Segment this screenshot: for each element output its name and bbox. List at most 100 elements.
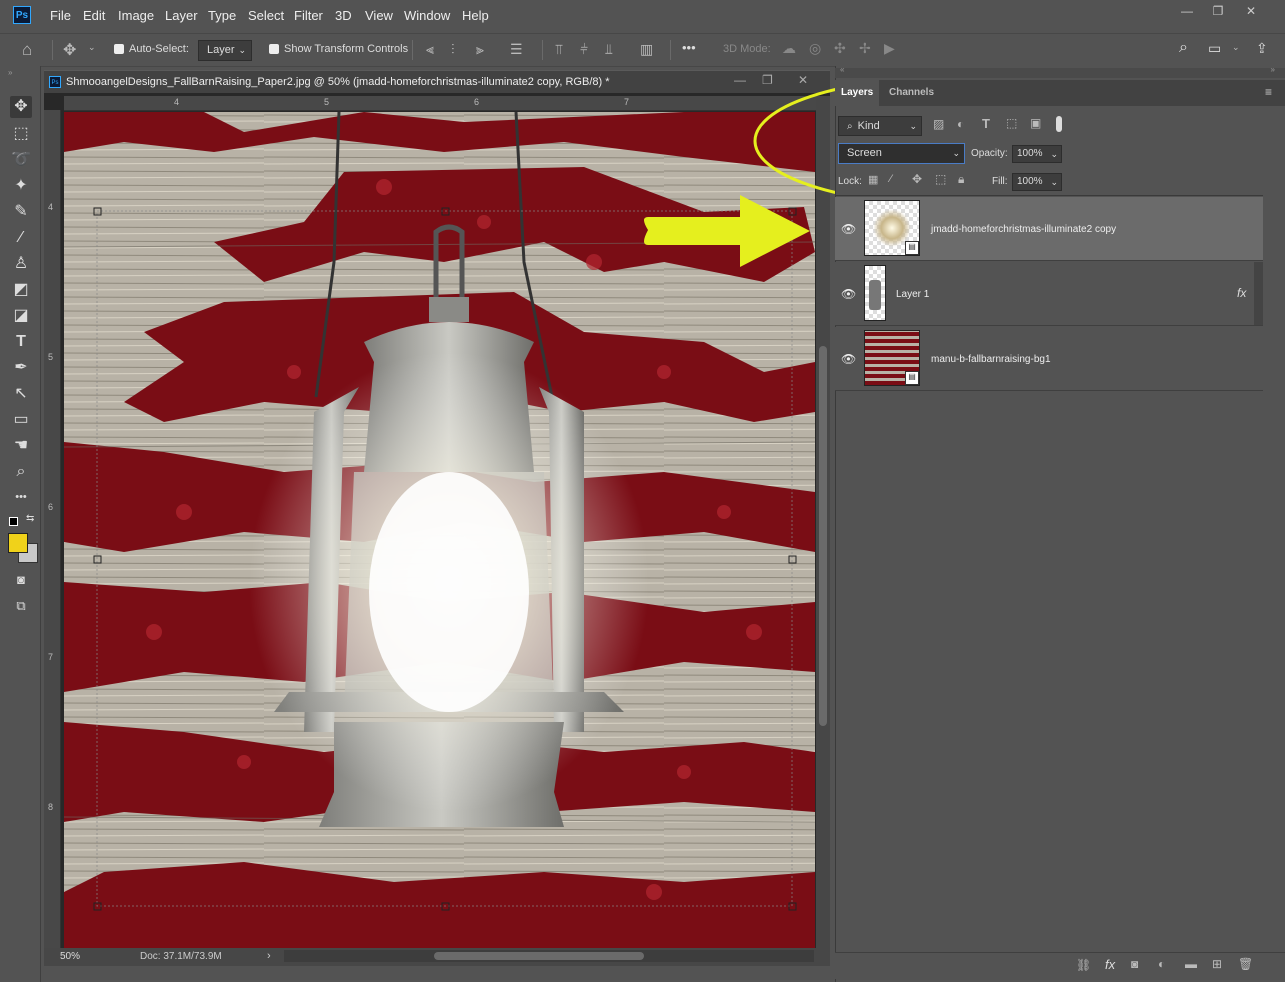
menu-edit[interactable]: Edit <box>83 8 105 23</box>
lock-artboard-icon[interactable]: ⬚ <box>935 172 946 186</box>
workspace-icon[interactable]: ▭ <box>1208 40 1221 57</box>
lock-pixels-icon[interactable]: ⁄ <box>890 173 892 185</box>
chevron-down-icon[interactable]: ⌄ <box>88 42 96 53</box>
magic-wand-icon[interactable]: ✦ <box>10 175 32 197</box>
lock-transparent-icon[interactable]: ▦ <box>868 173 878 186</box>
brush-tool-icon[interactable]: ⁄ <box>10 227 32 249</box>
align-center-icon[interactable]: ⫶ <box>451 41 455 58</box>
align-bottom-icon[interactable]: ⫫ <box>605 41 613 58</box>
pen-tool-icon[interactable]: ✒ <box>10 357 32 379</box>
share-icon[interactable]: ⇪ <box>1256 40 1268 57</box>
close-icon[interactable]: ✕ <box>1240 4 1262 18</box>
gradient-tool-icon[interactable]: ◪ <box>10 305 32 327</box>
layer-scrollbar[interactable] <box>1254 262 1263 325</box>
menu-file[interactable]: File <box>50 8 71 23</box>
stamp-tool-icon[interactable]: ♙ <box>10 253 32 275</box>
opacity-input[interactable]: 100% ⌄ <box>1012 145 1062 163</box>
tab-channels[interactable]: Channels <box>889 87 934 98</box>
home-icon[interactable]: ⌂ <box>22 40 32 60</box>
tab-layers[interactable]: Layers <box>835 80 879 106</box>
screen-mode-icon[interactable]: ⧉ <box>10 595 32 617</box>
layer-row[interactable]: 👁︎ Layer 1 fx ⌄ <box>835 262 1263 326</box>
smart-object-filter-icon[interactable]: ▣ <box>1030 116 1041 130</box>
distribute-icon[interactable]: ☰ <box>510 41 523 58</box>
layer-row[interactable]: 👁︎ ▤ manu-b-fallbarnraising-bg1 <box>835 327 1263 391</box>
filter-toggle[interactable] <box>1056 116 1062 132</box>
move-tool-icon[interactable]: ✥ <box>10 96 32 118</box>
eyedropper-icon[interactable]: ✎ <box>10 201 32 223</box>
menu-filter[interactable]: Filter <box>294 8 323 23</box>
hand-tool-icon[interactable]: ☚ <box>10 435 32 457</box>
show-transform-checkbox[interactable] <box>269 44 279 54</box>
foreground-color-swatch[interactable] <box>8 533 28 553</box>
eye-icon[interactable]: 👁︎ <box>841 287 856 301</box>
add-mask-icon[interactable]: ◙ <box>1131 957 1138 971</box>
menu-type[interactable]: Type <box>208 8 236 23</box>
ruler-tick-label: 7 <box>48 652 54 662</box>
new-layer-icon[interactable]: ⊞ <box>1212 957 1222 971</box>
delete-layer-icon[interactable]: 🗑︎ <box>1238 957 1253 971</box>
fx-icon[interactable]: fx <box>1237 286 1246 300</box>
move-tool-icon[interactable]: ✥ <box>63 40 76 60</box>
layer-row[interactable]: 👁︎ ▤ jmadd-homeforchristmas-illuminate2 … <box>835 197 1263 261</box>
status-bar: 50% Doc: 37.1M/73.9M › <box>44 948 830 966</box>
search-icon: ⌕ <box>847 121 853 132</box>
menu-help[interactable]: Help <box>462 8 489 23</box>
minimize-icon[interactable]: — <box>1176 4 1198 18</box>
scroll-thumb[interactable] <box>819 346 827 726</box>
adjustment-layer-icon[interactable]: ◐ <box>1158 957 1165 971</box>
lock-all-icon[interactable]: 🔒︎ <box>958 172 964 187</box>
panel-menu-icon[interactable]: ≡ <box>1265 85 1272 99</box>
restore-icon[interactable]: ❐ <box>1207 4 1229 18</box>
document-title: ShmooangelDesigns_FallBarnRaising_Paper2… <box>66 76 610 88</box>
kind-filter-dropdown[interactable]: ⌕ Kind ⌄ <box>838 116 922 136</box>
align-left-icon[interactable]: ⫷ <box>426 41 434 58</box>
menu-3d[interactable]: 3D <box>335 8 352 23</box>
align-middle-icon[interactable]: ⫩ <box>580 41 588 58</box>
eye-icon[interactable]: 👁︎ <box>841 352 856 366</box>
menu-image[interactable]: Image <box>118 8 154 23</box>
type-tool-icon[interactable]: T <box>10 331 32 353</box>
quick-mask-icon[interactable]: ◙ <box>10 569 32 591</box>
zoom-level[interactable]: 50% <box>60 951 80 962</box>
status-menu-icon[interactable]: › <box>267 950 271 962</box>
type-filter-icon[interactable]: T <box>982 116 990 131</box>
eye-icon[interactable]: 👁︎ <box>841 222 856 236</box>
horizontal-scrollbar[interactable] <box>284 950 814 962</box>
collapse-icon[interactable]: » <box>8 68 12 77</box>
menu-window[interactable]: Window <box>404 8 450 23</box>
rectangle-tool-icon[interactable]: ▭ <box>10 409 32 431</box>
pixel-filter-icon[interactable]: ▨ <box>933 117 944 131</box>
auto-select-checkbox[interactable] <box>114 44 124 54</box>
scroll-thumb[interactable] <box>434 952 644 960</box>
add-style-icon[interactable]: fx <box>1105 957 1115 972</box>
panel-footer: ⛓︎ fx ◙ ◐ ▬ ⊞ 🗑︎ <box>835 952 1285 979</box>
fill-input[interactable]: 100% ⌄ <box>1012 173 1062 191</box>
eraser-tool-icon[interactable]: ◩ <box>10 279 32 301</box>
align-top-icon[interactable]: ⫪ <box>555 41 563 58</box>
tab-label: Layers <box>841 87 874 98</box>
new-group-icon[interactable]: ▬ <box>1185 957 1197 971</box>
menu-layer[interactable]: Layer <box>165 8 198 23</box>
shape-filter-icon[interactable]: ⬚ <box>1006 116 1017 130</box>
lasso-tool-icon[interactable]: ➰ <box>10 149 32 171</box>
menu-view[interactable]: View <box>365 8 393 23</box>
marquee-tool-icon[interactable]: ⬚ <box>10 123 32 145</box>
path-select-icon[interactable]: ↖ <box>10 383 32 405</box>
chevron-down-icon[interactable]: ⌄ <box>1232 42 1240 53</box>
more-options-icon[interactable]: ••• <box>682 40 696 55</box>
swap-colors-icon[interactable]: ⇆ <box>26 513 34 524</box>
adjustment-filter-icon[interactable]: ◐ <box>957 117 964 131</box>
lock-position-icon[interactable]: ✥ <box>912 172 922 186</box>
link-layers-icon[interactable]: ⛓︎ <box>1076 958 1091 972</box>
expand-icon[interactable]: » <box>1271 65 1275 74</box>
align-right-icon[interactable]: ⫸ <box>476 41 484 58</box>
search-icon[interactable]: ⌕ <box>1179 39 1188 57</box>
default-colors-icon[interactable] <box>9 517 18 526</box>
auto-select-dropdown[interactable]: Layer ⌄ <box>198 40 252 61</box>
zoom-tool-icon[interactable]: ⌕ <box>10 461 32 483</box>
more-tools-icon[interactable]: ••• <box>10 486 32 508</box>
collapse-icon[interactable]: « <box>840 65 844 74</box>
blend-mode-dropdown[interactable]: Screen ⌄ <box>838 143 965 164</box>
menu-select[interactable]: Select <box>248 8 284 23</box>
